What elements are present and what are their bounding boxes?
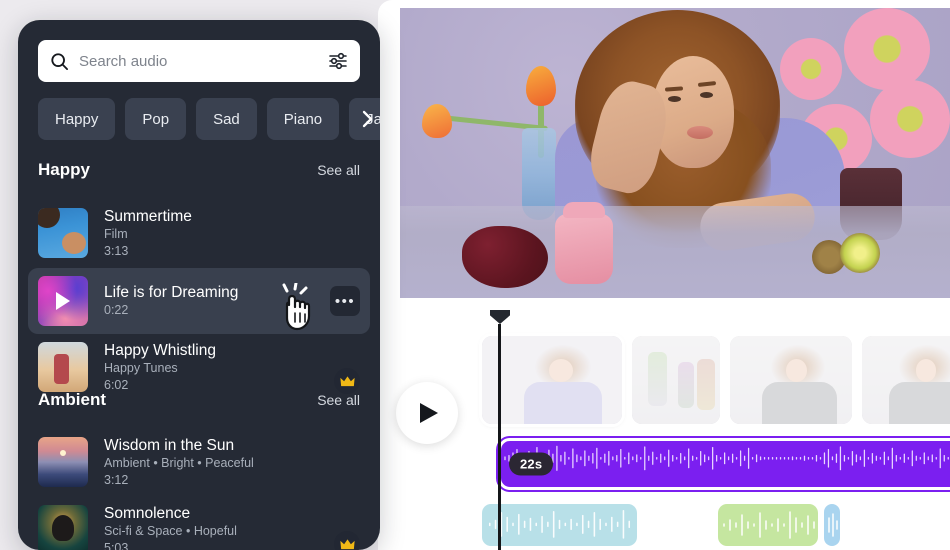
play-icon[interactable] — [56, 292, 70, 310]
track-genre: Ambient • Bright • Peaceful — [104, 455, 254, 470]
audio-subclip[interactable] — [482, 504, 637, 546]
track-title: Happy Whistling — [104, 341, 216, 359]
filmstrip-frame[interactable] — [730, 336, 852, 424]
audio-subclip[interactable] — [824, 504, 840, 546]
timeline: 22s — [378, 298, 950, 550]
pink-jar — [555, 202, 613, 284]
track-row-somnolence[interactable]: Somnolence Sci-fi & Space • Hopeful 5:03 — [28, 497, 370, 550]
section-header-ambient: Ambient See all — [38, 390, 360, 410]
subject-eye-left — [668, 96, 681, 102]
track-genre: Happy Tunes — [104, 360, 178, 375]
chip-pop[interactable]: Pop — [125, 98, 187, 140]
kiwi-half — [840, 233, 880, 273]
subject-eye-right — [700, 92, 713, 98]
chevron-right-icon[interactable] — [354, 98, 380, 140]
section-header-happy: Happy See all — [38, 160, 360, 180]
chip-label: Happy — [55, 110, 99, 128]
track-title: Summertime — [104, 207, 192, 225]
section-title: Happy — [38, 160, 90, 179]
track-row-summertime[interactable]: Summertime Film 3:13 — [28, 200, 370, 266]
track-thumbnail[interactable] — [38, 276, 88, 326]
premium-badge — [334, 531, 360, 550]
track-duration: 3:13 — [104, 243, 129, 258]
subject-lips — [687, 126, 713, 139]
search-bar[interactable] — [38, 40, 360, 82]
chip-happy[interactable]: Happy — [38, 98, 116, 140]
track-title: Somnolence — [104, 504, 191, 522]
play-button[interactable] — [396, 382, 458, 444]
audio-subclip[interactable] — [718, 504, 818, 546]
gerbera-flower-3 — [870, 80, 950, 158]
chip-label: Piano — [283, 110, 323, 128]
filmstrip-frame[interactable] — [632, 336, 720, 424]
tune-sliders-icon[interactable] — [328, 51, 348, 71]
video-editor-area: 22s — [378, 0, 950, 550]
search-icon — [51, 52, 69, 70]
crown-icon — [339, 375, 355, 386]
play-icon — [420, 403, 438, 423]
tulip-flower-1 — [422, 104, 452, 138]
see-all-happy[interactable]: See all — [317, 162, 360, 178]
chip-piano[interactable]: Piano — [266, 98, 340, 140]
track-duration: 0:22 — [104, 303, 129, 317]
tulip-flower-2 — [526, 66, 556, 106]
preview-image[interactable] — [400, 8, 950, 298]
audio-waveform — [488, 510, 631, 539]
chip-label: Sad — [213, 110, 240, 128]
track-genre: Film — [104, 226, 128, 241]
filmstrip-frame[interactable] — [862, 336, 950, 424]
track-row-wisdom-in-the-sun[interactable]: Wisdom in the Sun Ambient • Bright • Pea… — [28, 429, 370, 495]
track-thumbnail — [38, 342, 88, 392]
see-all-ambient[interactable]: See all — [317, 392, 360, 408]
gerbera-flower-1 — [780, 38, 842, 100]
grapes — [462, 226, 548, 288]
chip-label: Pop — [142, 110, 170, 128]
track-title: Wisdom in the Sun — [104, 436, 235, 454]
track-title: Life is for Dreaming — [104, 284, 239, 301]
gerbera-flower-2 — [844, 8, 930, 90]
audio-clip-selected[interactable]: 22s — [496, 436, 950, 492]
audio-library-panel: Happy Pop Sad Piano Jazz Bi Happy See al… — [18, 20, 380, 550]
track-thumbnail — [38, 505, 88, 550]
clip-duration-badge: 22s — [509, 452, 554, 476]
crown-icon — [339, 538, 355, 549]
preview-stage — [400, 8, 950, 298]
audio-waveform — [828, 513, 838, 537]
filmstrip — [479, 333, 950, 427]
audio-waveform — [723, 511, 815, 539]
playhead-marker-icon[interactable] — [490, 310, 510, 324]
audio-waveform — [504, 445, 949, 471]
filmstrip-frame[interactable] — [479, 333, 625, 427]
track-more-options-button[interactable]: ••• — [330, 286, 360, 316]
track-duration: 5:03 — [104, 540, 129, 550]
track-thumbnail — [38, 208, 88, 258]
category-chips[interactable]: Happy Pop Sad Piano Jazz Bi — [38, 98, 380, 140]
chip-sad[interactable]: Sad — [196, 98, 257, 140]
track-duration: 3:12 — [104, 472, 129, 487]
track-genre: Sci-fi & Space • Hopeful — [104, 523, 237, 538]
track-thumbnail — [38, 437, 88, 487]
playhead-line[interactable] — [498, 324, 501, 550]
track-row-life-is-for-dreaming[interactable]: Life is for Dreaming 0:22 ••• — [28, 268, 370, 334]
search-input[interactable] — [79, 52, 328, 70]
section-title: Ambient — [38, 390, 106, 409]
